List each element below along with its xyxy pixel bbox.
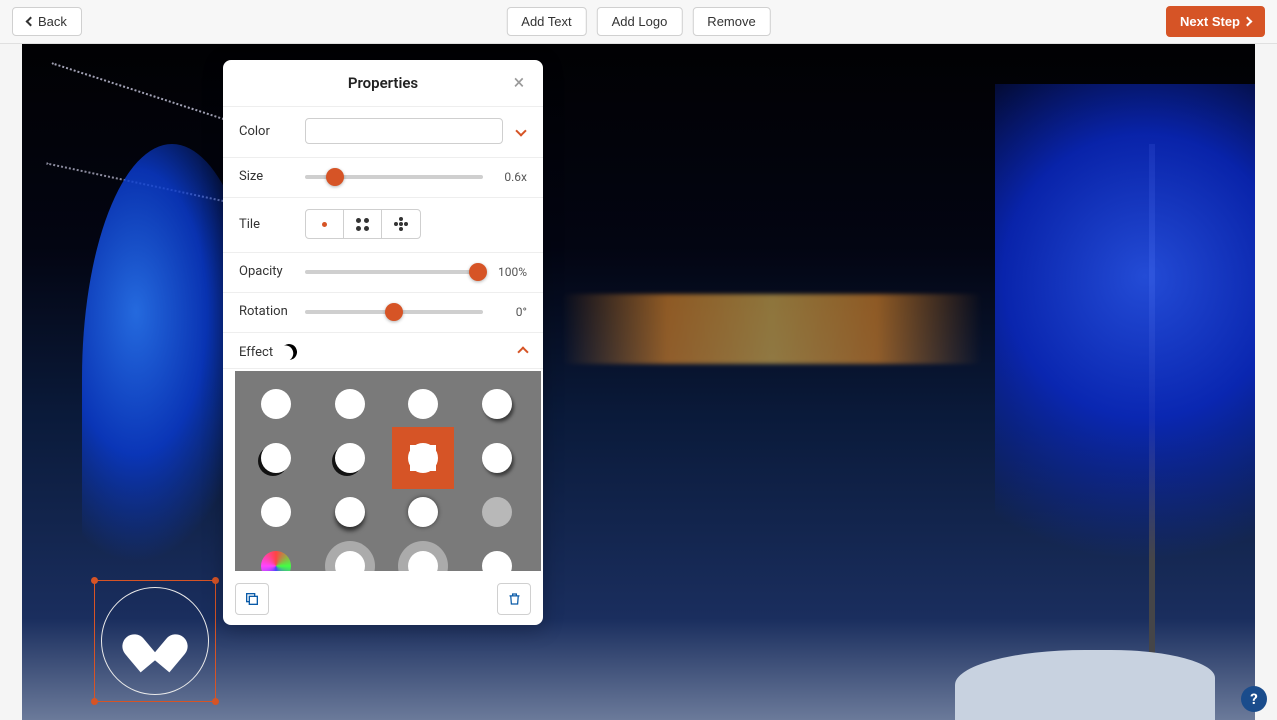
heart-icon — [133, 621, 177, 661]
color-label: Color — [239, 124, 295, 139]
dot-icon — [322, 222, 327, 227]
top-toolbar: Back Add Text Add Logo Remove Next Step — [0, 0, 1277, 44]
effect-option[interactable] — [261, 443, 291, 473]
opacity-section: Opacity 100% — [223, 253, 543, 293]
rotation-slider[interactable] — [305, 310, 483, 314]
decor-snow — [955, 650, 1215, 720]
back-label: Back — [38, 14, 67, 29]
close-icon[interactable]: × — [507, 70, 531, 94]
next-step-label: Next Step — [1180, 14, 1240, 29]
panel-header: Properties × — [223, 60, 543, 107]
effect-option[interactable] — [261, 389, 291, 419]
properties-panel: Properties × Color Size 0.6x Tile — [223, 60, 543, 625]
tile-toggle-group — [305, 209, 421, 239]
effect-label: Effect — [239, 345, 273, 360]
chevron-up-icon[interactable] — [517, 346, 528, 357]
tile-label: Tile — [239, 217, 295, 232]
effect-option[interactable] — [482, 551, 512, 571]
effect-option[interactable] — [482, 443, 512, 473]
effect-option[interactable] — [482, 389, 512, 419]
effect-grid-wrap — [223, 369, 543, 573]
opacity-label: Opacity — [239, 264, 295, 279]
effect-option-selected[interactable] — [408, 443, 438, 473]
image-canvas[interactable] — [22, 44, 1255, 720]
decor-warm-lights — [562, 294, 982, 364]
panel-title: Properties — [348, 74, 418, 92]
delete-button[interactable] — [497, 583, 531, 615]
tile-option-diamond[interactable] — [382, 210, 420, 238]
chevron-right-icon — [1243, 17, 1253, 27]
effect-section-header: Effect — [223, 333, 543, 369]
chevron-down-icon[interactable] — [515, 125, 526, 136]
effect-grid[interactable] — [235, 371, 541, 571]
size-label: Size — [239, 169, 295, 184]
watermark-selection[interactable] — [94, 580, 216, 702]
copy-icon — [244, 591, 260, 607]
effect-option[interactable] — [408, 497, 438, 527]
remove-button[interactable]: Remove — [692, 7, 770, 36]
effect-option[interactable] — [335, 497, 365, 527]
panel-footer — [223, 573, 543, 625]
tile-option-grid[interactable] — [344, 210, 382, 238]
resize-handle-tl[interactable] — [91, 577, 98, 584]
next-step-button[interactable]: Next Step — [1166, 6, 1265, 37]
grid-four-icon — [356, 218, 369, 231]
add-text-button[interactable]: Add Text — [506, 7, 586, 36]
effect-option[interactable] — [261, 497, 291, 527]
size-thumb[interactable] — [326, 168, 344, 186]
chevron-left-icon — [26, 17, 36, 27]
resize-handle-tr[interactable] — [212, 577, 219, 584]
effect-option[interactable] — [335, 389, 365, 419]
watermark-badge[interactable] — [101, 587, 209, 695]
color-input[interactable] — [305, 118, 503, 144]
trash-icon — [507, 591, 522, 607]
crescent-icon — [279, 342, 300, 363]
rotation-value: 0° — [493, 305, 527, 319]
effect-option[interactable] — [408, 389, 438, 419]
tile-section: Tile — [223, 198, 543, 253]
resize-handle-br[interactable] — [212, 698, 219, 705]
size-section: Size 0.6x — [223, 158, 543, 198]
effect-option[interactable] — [335, 551, 365, 571]
add-logo-button[interactable]: Add Logo — [597, 7, 683, 36]
resize-handle-bl[interactable] — [91, 698, 98, 705]
back-button[interactable]: Back — [12, 7, 82, 36]
toolbar-center: Add Text Add Logo Remove — [506, 7, 770, 36]
opacity-thumb[interactable] — [469, 263, 487, 281]
tile-option-single[interactable] — [306, 210, 344, 238]
size-value: 0.6x — [493, 170, 527, 184]
rotation-section: Rotation 0° — [223, 293, 543, 333]
decor-blue-tree — [995, 84, 1255, 720]
opacity-slider[interactable] — [305, 270, 483, 274]
grid-diamond-icon — [394, 217, 408, 231]
effect-option[interactable] — [261, 551, 291, 571]
color-section: Color — [223, 107, 543, 158]
copy-button[interactable] — [235, 583, 269, 615]
opacity-value: 100% — [493, 265, 527, 279]
effect-option[interactable] — [408, 551, 438, 571]
effect-option[interactable] — [335, 443, 365, 473]
size-slider[interactable] — [305, 175, 483, 179]
rotation-label: Rotation — [239, 304, 295, 319]
help-button[interactable]: ? — [1241, 686, 1267, 712]
effect-option[interactable] — [482, 497, 512, 527]
rotation-thumb[interactable] — [385, 303, 403, 321]
